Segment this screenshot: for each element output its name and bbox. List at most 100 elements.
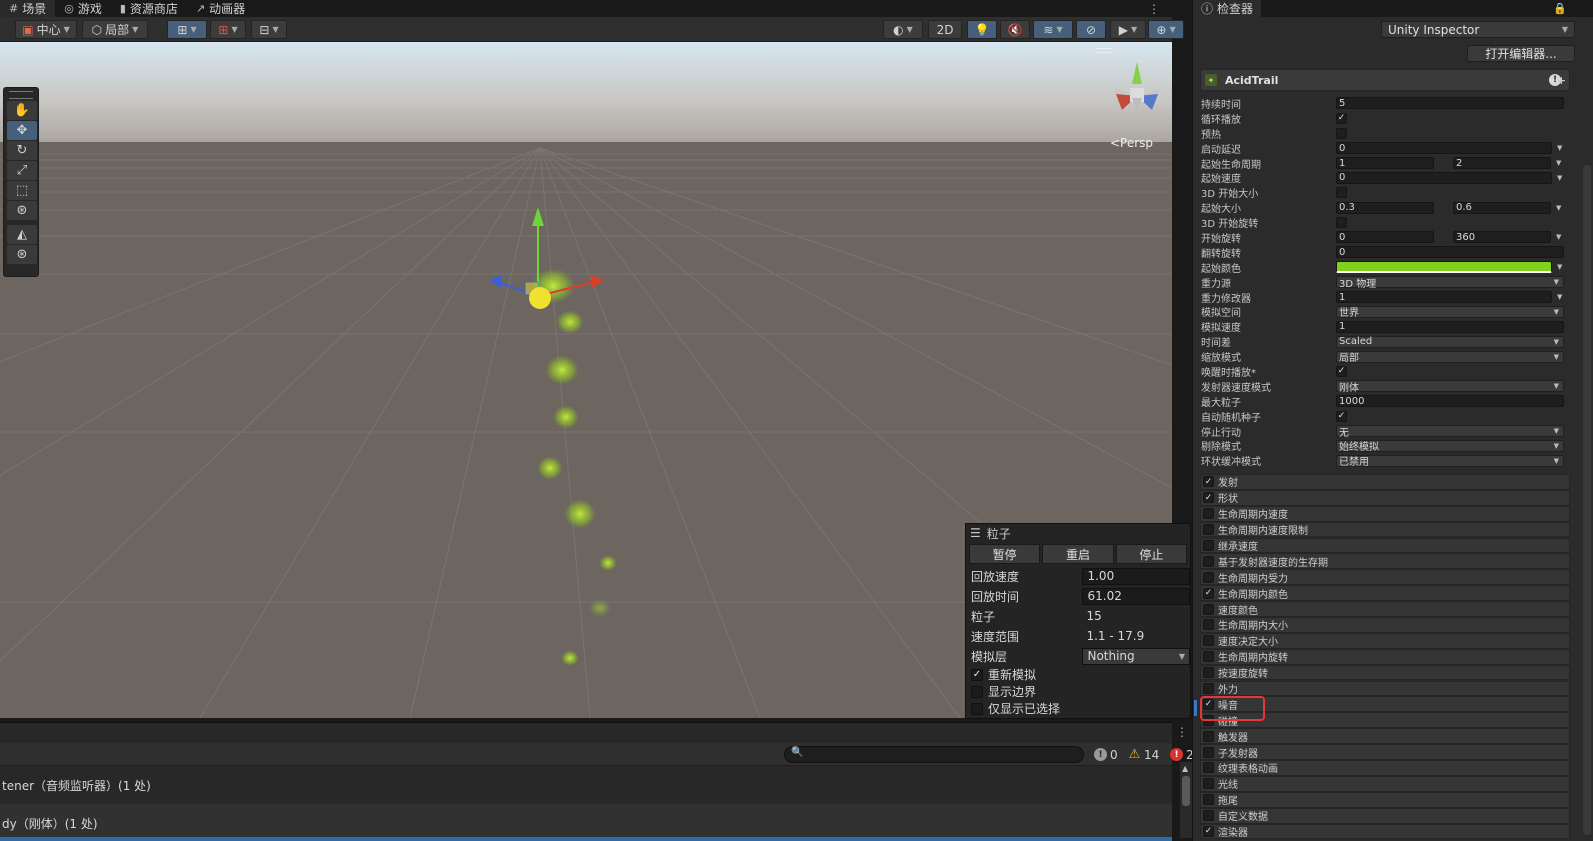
tab-asset-store[interactable]: ▮ 资源商店 xyxy=(111,0,187,17)
tab-game[interactable]: ◎ 游戏 xyxy=(55,0,111,17)
lock-icon[interactable]: 🔒 xyxy=(1553,2,1567,15)
module-checkbox[interactable]: ✓ xyxy=(1203,825,1214,837)
module-checkbox[interactable] xyxy=(1203,555,1214,567)
property-dropdown[interactable]: 3D 物理 ▼ xyxy=(1336,276,1564,290)
drag-handle-icon[interactable]: ☰ xyxy=(970,526,981,540)
property-dropdown[interactable]: 已禁用 ▼ xyxy=(1336,454,1564,468)
property-field[interactable]: 5 xyxy=(1336,97,1564,110)
add-icon[interactable]: + xyxy=(1557,74,1566,87)
module-4[interactable]: 继承速度 xyxy=(1200,537,1570,554)
module-checkbox[interactable] xyxy=(1203,794,1214,806)
module-checkbox[interactable] xyxy=(1203,619,1214,631)
property-field[interactable]: 1000 xyxy=(1336,395,1564,408)
hand-tool-icon[interactable]: ✋ xyxy=(7,101,37,120)
simulate-layers-dropdown[interactable]: Nothing ▼ xyxy=(1082,647,1190,665)
transform-tool-icon[interactable]: ⊛ xyxy=(7,201,37,220)
audio-toggle[interactable]: 🔇 xyxy=(1000,20,1030,39)
show-bounds-row[interactable]: 显示边界 xyxy=(966,683,1190,700)
range-max-field[interactable]: 0.6 xyxy=(1453,201,1551,214)
scroll-thumb[interactable] xyxy=(1182,776,1190,806)
warning-count-toggle[interactable]: ⚠ 14 xyxy=(1128,746,1160,763)
module-1[interactable]: ✓ 形状 xyxy=(1200,489,1570,506)
property-field[interactable]: 1 xyxy=(1336,320,1564,333)
scale-tool-icon[interactable]: ⤢ xyxy=(7,161,37,180)
inspector-mode-dropdown[interactable]: Unity Inspector ▼ xyxy=(1381,21,1575,38)
tab-scene[interactable]: # 场景 xyxy=(0,0,56,17)
curve-mode-icon[interactable]: ▼ xyxy=(1556,204,1561,212)
module-checkbox[interactable] xyxy=(1203,603,1214,615)
property-dropdown[interactable]: 刚体 ▼ xyxy=(1336,380,1564,394)
module-checkbox[interactable] xyxy=(1203,746,1214,758)
module-20[interactable]: 拖尾 xyxy=(1200,791,1570,808)
property-dropdown[interactable]: Scaled ▼ xyxy=(1336,335,1564,348)
range-min-field[interactable]: 0 xyxy=(1336,231,1434,244)
property-checkbox[interactable] xyxy=(1336,187,1347,199)
pivot-dropdown[interactable]: ▣ 中心 ▼ xyxy=(15,20,77,39)
module-10[interactable]: 速度决定大小 xyxy=(1200,632,1570,649)
range-max-field[interactable]: 2 xyxy=(1453,157,1551,169)
module-checkbox[interactable] xyxy=(1203,524,1214,536)
module-17[interactable]: 子发射器 xyxy=(1200,744,1570,760)
module-2[interactable]: 生命周期内速度 xyxy=(1200,505,1570,522)
tab-inspector[interactable]: ⓘ 检查器 xyxy=(1193,0,1262,17)
pause-button[interactable]: 暂停 xyxy=(969,544,1041,564)
module-checkbox[interactable]: ✓ xyxy=(1203,492,1214,504)
curve-mode-icon[interactable]: ▼ xyxy=(1556,233,1561,241)
particle-tool-icon[interactable]: ⊛ xyxy=(7,245,37,264)
lighting-toggle[interactable]: 💡 xyxy=(967,20,997,39)
custom-tool-icon[interactable]: ◭ xyxy=(7,225,37,244)
camera-settings-button[interactable]: ▶ ▼ xyxy=(1110,20,1146,39)
property-field[interactable]: 1 xyxy=(1336,291,1552,304)
property-checkbox[interactable]: ✓ xyxy=(1336,410,1347,422)
inspector-scrollbar[interactable] xyxy=(1583,165,1591,835)
component-header[interactable]: ✦ AcidTrail ! + xyxy=(1200,69,1570,91)
mode-2d-button[interactable]: 2D xyxy=(928,20,962,39)
property-checkbox[interactable]: ✓ xyxy=(1336,112,1347,124)
restart-button[interactable]: 重启 xyxy=(1042,544,1114,564)
property-checkbox[interactable] xyxy=(1336,127,1347,139)
module-22[interactable]: ✓ 渲染器 xyxy=(1200,823,1570,840)
more-options-icon[interactable]: ⋮ xyxy=(1176,725,1188,739)
curve-mode-icon[interactable]: ▼ xyxy=(1557,293,1562,301)
module-8[interactable]: 速度颜色 xyxy=(1200,601,1570,617)
resimulate-checkbox[interactable]: ✓ xyxy=(971,668,983,681)
module-checkbox[interactable] xyxy=(1203,778,1214,790)
show-selected-checkbox[interactable] xyxy=(971,702,983,715)
module-6[interactable]: 生命周期内受力 xyxy=(1200,569,1570,586)
error-count-toggle[interactable]: ! 2 xyxy=(1170,746,1194,763)
show-selected-row[interactable]: 仅显示已选择 xyxy=(966,700,1190,717)
shading-mode-button[interactable]: ◐ ▼ xyxy=(883,20,923,39)
module-19[interactable]: 光线 xyxy=(1200,775,1570,792)
info-count-toggle[interactable]: ! 0 xyxy=(1094,746,1118,763)
effects-toggle[interactable]: ≋ ▼ xyxy=(1033,20,1073,39)
module-3[interactable]: 生命周期内速度限制 xyxy=(1200,521,1570,538)
snap-increment-button[interactable]: ⊞ ▼ xyxy=(210,20,246,39)
module-checkbox[interactable] xyxy=(1203,651,1214,663)
property-dropdown[interactable]: 始终模拟 ▼ xyxy=(1336,439,1564,453)
module-0[interactable]: ✓ 发射 xyxy=(1200,474,1570,490)
module-16[interactable]: 触发器 xyxy=(1200,728,1570,745)
module-checkbox[interactable]: ✓ xyxy=(1203,587,1214,599)
gizmo-menu-icon[interactable] xyxy=(1096,48,1112,53)
open-editor-button[interactable]: 打开编辑器... xyxy=(1467,45,1575,62)
stop-button[interactable]: 停止 xyxy=(1115,544,1187,564)
move-tool-icon[interactable]: ✥ xyxy=(7,121,37,140)
log-entry[interactable]: dy（刚体）(1 处) xyxy=(0,804,1172,841)
playback-speed-field[interactable]: 1.00 xyxy=(1082,567,1190,585)
module-9[interactable]: 生命周期内大小 xyxy=(1200,617,1570,633)
color-swatch[interactable] xyxy=(1336,261,1552,274)
resimulate-row[interactable]: ✓ 重新模拟 xyxy=(966,666,1190,683)
grid-visibility-button[interactable]: ⊟ ▼ xyxy=(251,20,287,39)
property-dropdown[interactable]: 无 ▼ xyxy=(1336,425,1564,439)
property-dropdown[interactable]: 世界 ▼ xyxy=(1336,305,1564,319)
console-scrollbar[interactable]: ▲ xyxy=(1180,762,1192,838)
module-checkbox[interactable] xyxy=(1203,810,1214,822)
module-18[interactable]: 纹理表格动画 xyxy=(1200,760,1570,776)
module-13[interactable]: 外力 xyxy=(1200,680,1570,697)
range-max-field[interactable]: 360 xyxy=(1453,231,1551,244)
module-21[interactable]: 自定义数据 xyxy=(1200,807,1570,824)
curve-mode-icon[interactable]: ▼ xyxy=(1556,159,1561,167)
scroll-up-icon[interactable]: ▲ xyxy=(1182,764,1188,773)
property-field[interactable]: 0 xyxy=(1336,142,1552,155)
module-checkbox[interactable] xyxy=(1203,682,1214,694)
